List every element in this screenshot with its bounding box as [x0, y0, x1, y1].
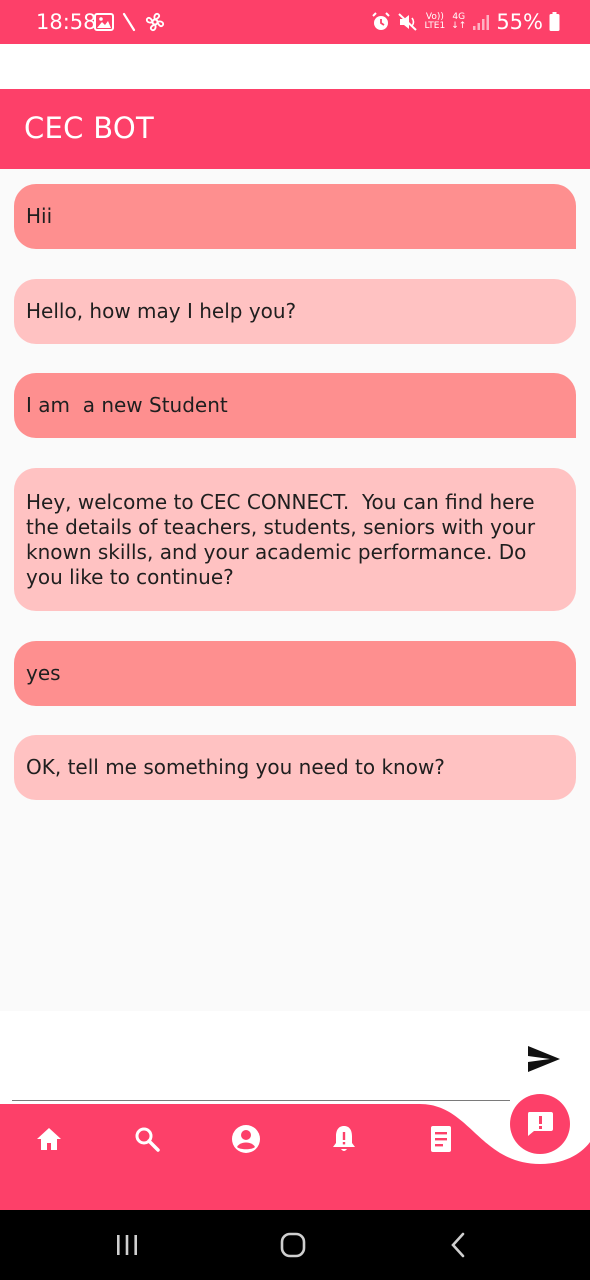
send-button[interactable]	[526, 1044, 562, 1074]
home-circle-icon	[280, 1232, 306, 1258]
home-system-button[interactable]	[276, 1230, 310, 1260]
message-bubble-user: Hii	[14, 184, 576, 249]
data-arrows-icon: ↓↑	[451, 21, 467, 31]
back-button[interactable]	[446, 1230, 470, 1260]
message-text: Hello, how may I help you?	[26, 299, 297, 323]
gallery-icon	[94, 13, 114, 31]
app-title: CEC BOT	[24, 111, 155, 145]
signal-slash-icon	[122, 12, 136, 32]
app-bar: CEC BOT	[0, 89, 590, 169]
back-icon	[451, 1232, 465, 1258]
nav-profile[interactable]	[229, 1122, 263, 1156]
nav-home[interactable]	[32, 1122, 66, 1156]
notification-alert-icon	[333, 1126, 355, 1151]
feedback-icon	[528, 1112, 553, 1136]
battery-percent: 55%	[496, 10, 543, 34]
recents-icon	[117, 1235, 137, 1255]
pinwheel-icon	[145, 12, 165, 32]
message-text: I am a new Student	[26, 393, 228, 417]
message-bubble-bot: Hello, how may I help you?	[14, 279, 576, 344]
nav-notch	[420, 1104, 590, 1164]
message-bubble-bot: Hey, welcome to CEC CONNECT. You can fin…	[14, 468, 576, 611]
message-text: yes	[26, 661, 61, 685]
search-icon	[135, 1127, 160, 1152]
battery-icon	[549, 12, 560, 31]
send-icon	[528, 1046, 560, 1072]
document-icon	[431, 1126, 451, 1152]
status-left-icons	[94, 10, 166, 34]
nav-documents[interactable]	[424, 1122, 458, 1156]
bottom-nav	[0, 1104, 590, 1210]
message-input[interactable]	[12, 1041, 510, 1101]
status-bar: 18:58 Vo)) LTE1 4G ↓↑ 55%	[0, 0, 590, 44]
chat-list[interactable]: Hii Hello, how may I help you? I am a ne…	[0, 169, 590, 1011]
message-text: Hey, welcome to CEC CONNECT. You can fin…	[26, 489, 542, 589]
volte-bottom: LTE1	[424, 21, 446, 31]
message-bubble-user: yes	[14, 641, 576, 706]
volte-indicator: Vo)) LTE1	[425, 13, 446, 31]
nav-search[interactable]	[130, 1122, 164, 1156]
system-nav-bar	[0, 1210, 590, 1280]
feedback-fab-button[interactable]	[510, 1094, 570, 1154]
top-spacer	[0, 44, 590, 89]
network-type-indicator: 4G ↓↑	[451, 13, 466, 31]
status-time: 18:58	[36, 10, 97, 34]
mute-icon	[397, 13, 417, 31]
status-right-icons: Vo)) LTE1 4G ↓↑ 55%	[371, 10, 560, 34]
signal-bars-icon	[473, 15, 490, 30]
recents-button[interactable]	[112, 1230, 142, 1260]
message-bubble-user: I am a new Student	[14, 373, 576, 438]
alarm-icon	[371, 12, 390, 30]
nav-notifications[interactable]	[327, 1122, 361, 1156]
message-text: OK, tell me something you need to know?	[26, 755, 445, 779]
account-icon	[232, 1125, 260, 1153]
message-text: Hii	[26, 204, 53, 228]
message-composer	[0, 1011, 590, 1104]
home-icon	[37, 1128, 61, 1150]
message-bubble-bot: OK, tell me something you need to know?	[14, 735, 576, 800]
